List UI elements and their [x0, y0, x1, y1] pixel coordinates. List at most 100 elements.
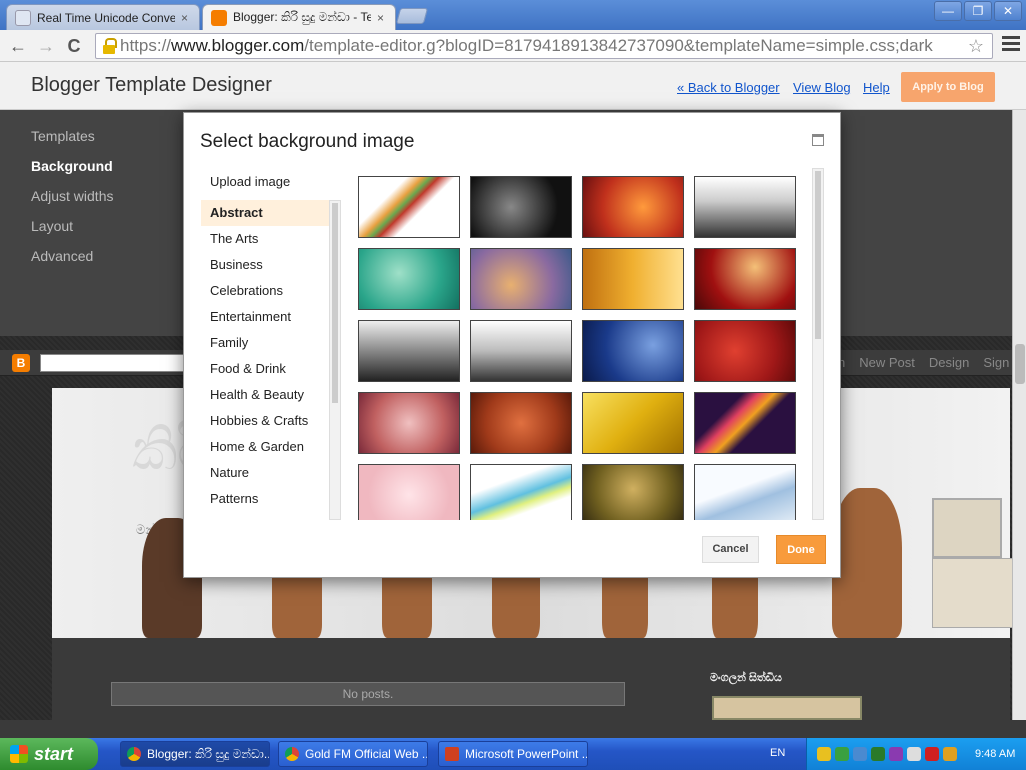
background-thumbnail[interactable]: [358, 320, 460, 382]
background-thumbnail[interactable]: [470, 392, 572, 454]
category-the-arts[interactable]: The Arts: [201, 226, 341, 252]
security-icon[interactable]: [871, 747, 885, 761]
nav-adjust-widths[interactable]: Adjust widths: [31, 188, 113, 218]
tab-close-icon[interactable]: ×: [377, 11, 384, 25]
designer-nav: Templates Background Adjust widths Layou…: [31, 128, 113, 278]
page-title: Blogger Template Designer: [31, 74, 272, 96]
app-tray-icon[interactable]: [889, 747, 903, 761]
done-button[interactable]: Done: [776, 535, 826, 564]
network-icon[interactable]: [835, 747, 849, 761]
scrollbar-thumb[interactable]: [332, 203, 338, 403]
category-scrollbar[interactable]: [329, 200, 341, 520]
chrome-icon: [127, 747, 141, 761]
blogger-logo-icon[interactable]: B: [12, 354, 30, 372]
category-list: Abstract The Arts Business Celebrations …: [201, 200, 341, 512]
category-abstract[interactable]: Abstract: [201, 200, 341, 226]
start-button[interactable]: start: [0, 738, 98, 770]
chrome-menu-icon[interactable]: [1002, 36, 1020, 54]
help-link[interactable]: Help: [863, 80, 890, 95]
sidebar-widget-image: [712, 696, 862, 720]
page-scrollbar[interactable]: [1012, 110, 1026, 720]
background-thumbnail[interactable]: [582, 392, 684, 454]
background-thumbnail[interactable]: [358, 176, 460, 238]
maximize-button[interactable]: ❐: [964, 1, 992, 21]
background-thumbnail[interactable]: [470, 248, 572, 310]
forward-arrow-icon[interactable]: →: [34, 34, 58, 58]
background-thumbnail[interactable]: [358, 464, 460, 520]
background-thumbnail[interactable]: [582, 176, 684, 238]
category-business[interactable]: Business: [201, 252, 341, 278]
apply-to-blog-button[interactable]: Apply to Blog: [901, 72, 995, 102]
no-posts-message: No posts.: [111, 682, 625, 706]
minimize-button[interactable]: —: [934, 1, 962, 21]
close-button[interactable]: ✕: [994, 1, 1022, 21]
background-thumbnail[interactable]: [694, 320, 796, 382]
scrollbar-thumb[interactable]: [1015, 344, 1025, 384]
shield-icon[interactable]: [817, 747, 831, 761]
new-post-link[interactable]: New Post: [859, 355, 915, 370]
background-thumbnail[interactable]: [582, 248, 684, 310]
tab-close-icon[interactable]: ×: [181, 11, 188, 25]
taskbar-item-blogger[interactable]: Blogger: කිරි සුදු මන්ඩා...: [120, 741, 270, 767]
designer-header: Blogger Template Designer « Back to Blog…: [0, 62, 1026, 110]
background-thumbnail[interactable]: [694, 248, 796, 310]
background-thumbnail[interactable]: [694, 464, 796, 520]
taskbar-item-label: Gold FM Official Web ...: [305, 747, 428, 761]
background-thumbnail[interactable]: [582, 464, 684, 520]
volume-icon[interactable]: [907, 747, 921, 761]
category-nature[interactable]: Nature: [201, 460, 341, 486]
reload-icon[interactable]: C: [62, 34, 86, 58]
powerpoint-icon: [445, 747, 459, 761]
chrome-icon: [285, 747, 299, 761]
page-icon: [15, 9, 31, 26]
background-thumbnail[interactable]: [470, 320, 572, 382]
background-thumbnail[interactable]: [694, 392, 796, 454]
category-patterns[interactable]: Patterns: [201, 486, 341, 512]
power-icon[interactable]: [943, 747, 957, 761]
category-food-drink[interactable]: Food & Drink: [201, 356, 341, 382]
taskbar-item-powerpoint[interactable]: Microsoft PowerPoint ...: [438, 741, 588, 767]
view-blog-link[interactable]: View Blog: [793, 80, 851, 95]
upload-image-link[interactable]: Upload image: [210, 174, 290, 189]
background-thumbnail[interactable]: [694, 176, 796, 238]
category-celebrations[interactable]: Celebrations: [201, 278, 341, 304]
minimize-dialog-icon[interactable]: [812, 134, 824, 146]
background-thumbnail[interactable]: [358, 248, 460, 310]
tab-unicode-converter[interactable]: Real Time Unicode Converte ×: [6, 4, 200, 30]
category-family[interactable]: Family: [201, 330, 341, 356]
scrollbar-thumb[interactable]: [815, 171, 821, 339]
taskbar-item-label: Blogger: කිරි සුදු මන්ඩා...: [147, 746, 270, 761]
sign-out-link[interactable]: Sign: [983, 355, 1009, 370]
windows-logo-icon: [10, 745, 28, 763]
background-thumbnail[interactable]: [582, 320, 684, 382]
nav-advanced[interactable]: Advanced: [31, 248, 113, 278]
browser-toolbar: ← → C https://www.blogger.com/template-e…: [0, 30, 1026, 62]
computer-illustration: [932, 498, 1002, 558]
category-entertainment[interactable]: Entertainment: [201, 304, 341, 330]
bookmark-star-icon[interactable]: ☆: [968, 36, 984, 57]
category-hobbies-crafts[interactable]: Hobbies & Crafts: [201, 408, 341, 434]
tab-blogger[interactable]: Blogger: කිරි සුදු මන්ඩා - Ter ×: [202, 4, 396, 30]
start-label: start: [34, 743, 74, 764]
alert-icon[interactable]: [925, 747, 939, 761]
cancel-button[interactable]: Cancel: [702, 536, 759, 563]
address-bar[interactable]: https://www.blogger.com/template-editor.…: [95, 33, 993, 59]
back-arrow-icon[interactable]: ←: [6, 34, 30, 58]
background-thumbnail[interactable]: [470, 464, 572, 520]
nav-templates[interactable]: Templates: [31, 128, 113, 158]
nav-layout[interactable]: Layout: [31, 218, 113, 248]
thumbnail-scrollbar[interactable]: [812, 168, 824, 520]
new-tab-button[interactable]: [395, 8, 429, 24]
background-thumbnail[interactable]: [470, 176, 572, 238]
back-to-blogger-link[interactable]: « Back to Blogger: [677, 80, 780, 95]
browser-titlebar: Real Time Unicode Converte × Blogger: කි…: [0, 0, 1026, 30]
bluetooth-icon[interactable]: [853, 747, 867, 761]
taskbar-item-goldfm[interactable]: Gold FM Official Web ...: [278, 741, 428, 767]
design-link[interactable]: Design: [929, 355, 969, 370]
category-health-beauty[interactable]: Health & Beauty: [201, 382, 341, 408]
background-thumbnail[interactable]: [358, 392, 460, 454]
nav-background[interactable]: Background: [31, 158, 113, 188]
category-home-garden[interactable]: Home & Garden: [201, 434, 341, 460]
language-indicator[interactable]: EN: [770, 747, 785, 759]
navbar-search-input[interactable]: [40, 354, 190, 372]
